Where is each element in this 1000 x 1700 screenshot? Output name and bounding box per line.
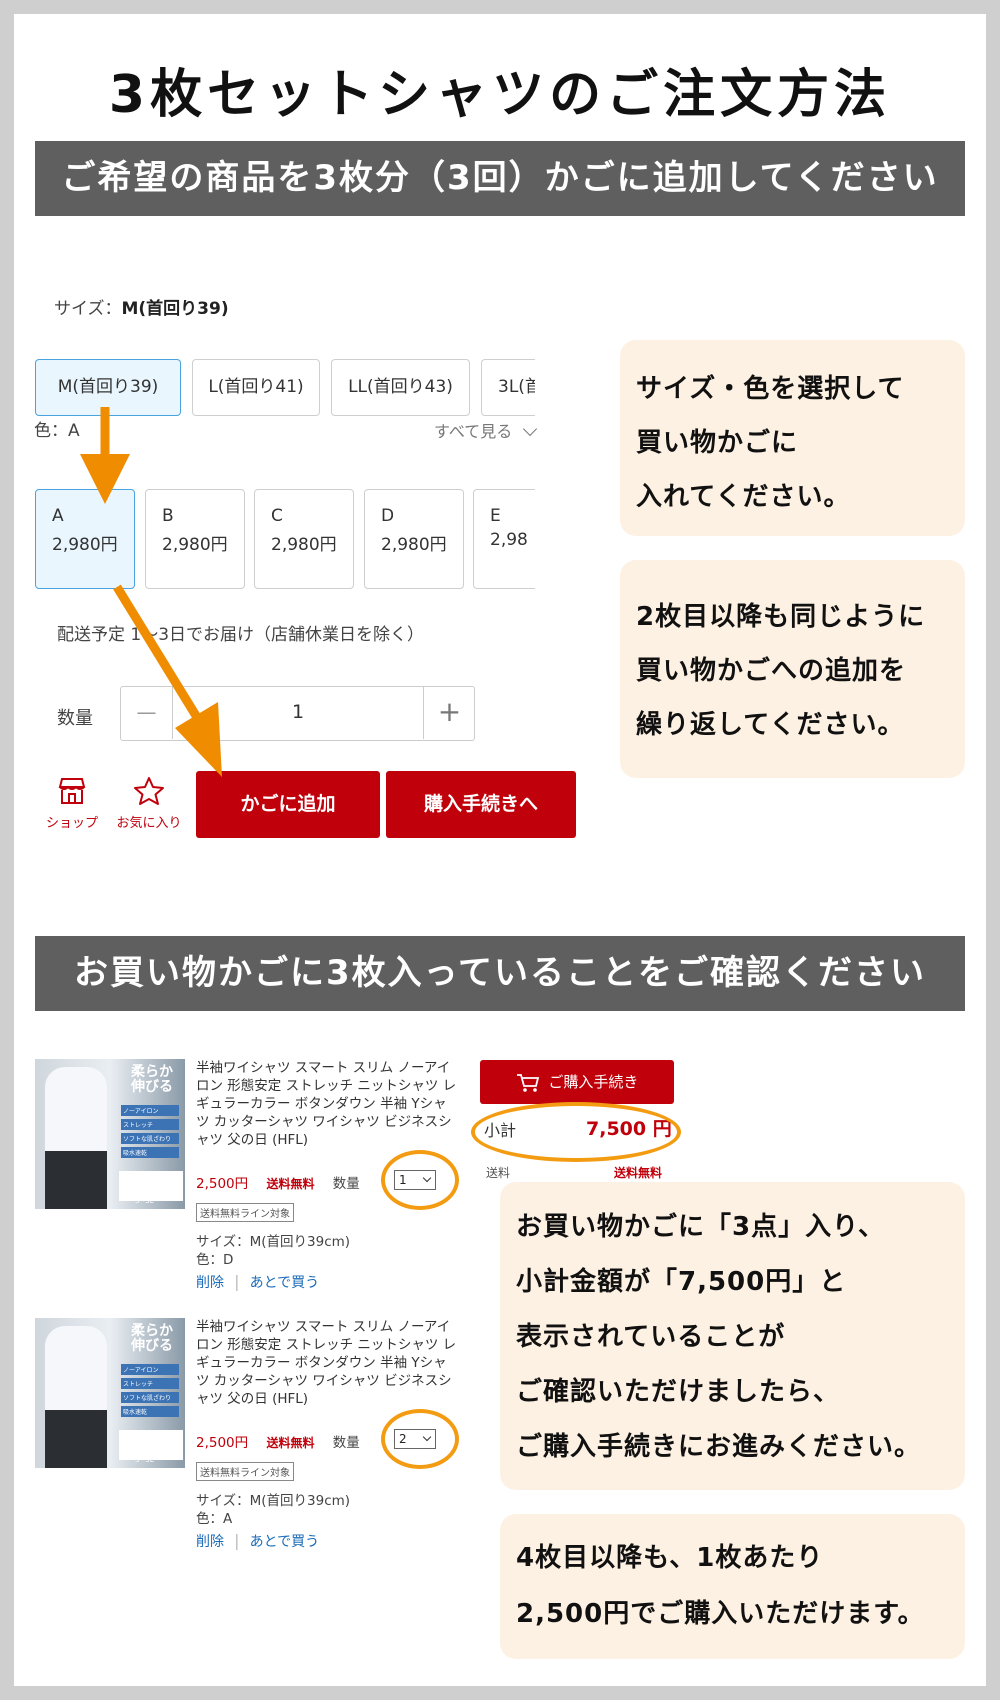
note-line: お買い物かごに「3点」入り、 xyxy=(516,1212,886,1242)
thumb-feature: 吸水速乾 xyxy=(121,1406,179,1417)
note-line: 入れてください。 xyxy=(636,482,851,512)
item-shipping: 送料無料 xyxy=(266,1436,315,1450)
note-line: 2枚目以降も同じように xyxy=(636,602,926,632)
thumb-feature: ストレッチ xyxy=(121,1378,179,1389)
note-confirm-cart: お買い物かごに「3点」入り、 小計金額が「7,500円」と 表示されていることが… xyxy=(500,1182,965,1490)
item-price: 2,500円 xyxy=(196,1176,249,1192)
item-color: 色：A xyxy=(196,1511,233,1527)
item-qty-label: 数量 xyxy=(332,1435,360,1451)
thumb-catch-copy: 柔らか伸びる xyxy=(131,1064,173,1095)
product-title-link[interactable]: 半袖ワイシャツ スマート スリム ノーアイロン 形態安定 ストレッチ ニットシャ… xyxy=(196,1318,458,1413)
thumb-feature: ノーアイロン xyxy=(121,1364,179,1375)
item-size: サイズ：M(首回り39cm) xyxy=(196,1234,351,1250)
note-line: ご確認いただけましたら、 xyxy=(516,1377,841,1407)
free-shipping-tag: 送料無料ライン対象 xyxy=(196,1462,294,1481)
price-row: 2,500円 送料無料 数量 xyxy=(196,1172,360,1192)
delete-link[interactable]: 削除 xyxy=(196,1534,224,1550)
thumb-feature-list: ノーアイロン ストレッチ ソフトな肌ざわり 吸水速乾 xyxy=(121,1105,179,1158)
page: 3枚セットシャツのご注文方法 ご希望の商品を3枚分（3回）かごに追加してください… xyxy=(14,14,986,1686)
note-select-size-color: サイズ・色を選択して 買い物かごに 入れてください。 xyxy=(620,340,965,536)
save-later-link[interactable]: あとで買う xyxy=(250,1534,320,1550)
item-qty-label: 数量 xyxy=(332,1176,360,1192)
thumb-feature: ソフトな肌ざわり xyxy=(121,1133,179,1144)
trousers-shape xyxy=(45,1151,107,1209)
note-line: 表示されていることが xyxy=(516,1322,786,1352)
cart-icon xyxy=(516,1073,539,1092)
divider: | xyxy=(234,1272,240,1291)
note-line: サイズ・色を選択して xyxy=(636,374,905,404)
item-shipping: 送料無料 xyxy=(266,1177,315,1191)
subtotal-highlight-ring xyxy=(471,1102,681,1162)
shirt-shape xyxy=(45,1326,107,1416)
trousers-shape xyxy=(45,1410,107,1468)
note-line: ご購入手続きにお進みください。 xyxy=(516,1432,922,1462)
highlight-ring xyxy=(381,1409,459,1469)
thumb-feature: ノーアイロン xyxy=(121,1105,179,1116)
thumb-feature: ストレッチ xyxy=(121,1119,179,1130)
product-title-link[interactable]: 半袖ワイシャツ スマート スリム ノーアイロン 形態安定 ストレッチ ニットシャ… xyxy=(196,1059,458,1154)
item-price: 2,500円 xyxy=(196,1435,249,1451)
note-line: 2,500円でご購入いただけます。 xyxy=(516,1599,925,1629)
note-repeat-add: 2枚目以降も同じように 買い物かごへの追加を 繰り返してください。 xyxy=(620,560,965,778)
free-shipping-tag: 送料無料ライン対象 xyxy=(196,1203,294,1222)
delete-link[interactable]: 削除 xyxy=(196,1275,224,1291)
item-color: 色：D xyxy=(196,1252,234,1268)
arrow-down-icon xyxy=(80,407,130,504)
note-line: 4枚目以降も、1枚あたり xyxy=(516,1543,824,1573)
price-row: 2,500円 送料無料 数量 xyxy=(196,1431,360,1451)
arrow-diagonal-icon xyxy=(113,584,222,777)
thumb-feature: ソフトな肌ざわり xyxy=(121,1392,179,1403)
note-line: 小計金額が「7,500円」と xyxy=(516,1267,847,1297)
thumb-feature: 吸水速乾 xyxy=(121,1147,179,1158)
thumb-range: S~3L xyxy=(135,1197,154,1205)
save-later-link[interactable]: あとで買う xyxy=(250,1275,320,1291)
note-line: 買い物かごへの追加を xyxy=(636,656,907,686)
cart-checkout-label: ご購入手続き xyxy=(548,1073,639,1091)
note-fourth-onward: 4枚目以降も、1枚あたり 2,500円でご購入いただけます。 xyxy=(500,1514,965,1659)
thumb-catch-copy: 柔らか伸びる xyxy=(131,1323,173,1354)
note-line: 繰り返してください。 xyxy=(636,710,905,740)
shipping-label: 送料 xyxy=(486,1166,511,1180)
thumb-range: S~3L xyxy=(135,1456,154,1464)
shipping-value: 送料無料 xyxy=(614,1166,663,1180)
product-thumbnail[interactable]: 柔らか伸びる ノーアイロン ストレッチ ソフトな肌ざわり 吸水速乾 S~3L xyxy=(35,1059,185,1209)
shirt-shape xyxy=(45,1067,107,1157)
item-size: サイズ：M(首回り39cm) xyxy=(196,1493,351,1509)
note-line: 買い物かごに xyxy=(636,428,799,458)
cart-checkout-button[interactable]: ご購入手続き xyxy=(480,1060,674,1104)
product-thumbnail[interactable]: 柔らか伸びる ノーアイロン ストレッチ ソフトな肌ざわり 吸水速乾 S~3L xyxy=(35,1318,185,1468)
step2-banner: お買い物かごに3枚入っていることをご確認ください xyxy=(35,936,965,1011)
divider: | xyxy=(234,1531,240,1550)
item-actions: 削除 | あとで買う xyxy=(196,1531,319,1551)
thumb-feature-list: ノーアイロン ストレッチ ソフトな肌ざわり 吸水速乾 xyxy=(121,1364,179,1417)
highlight-ring xyxy=(381,1150,459,1210)
item-actions: 削除 | あとで買う xyxy=(196,1272,319,1292)
